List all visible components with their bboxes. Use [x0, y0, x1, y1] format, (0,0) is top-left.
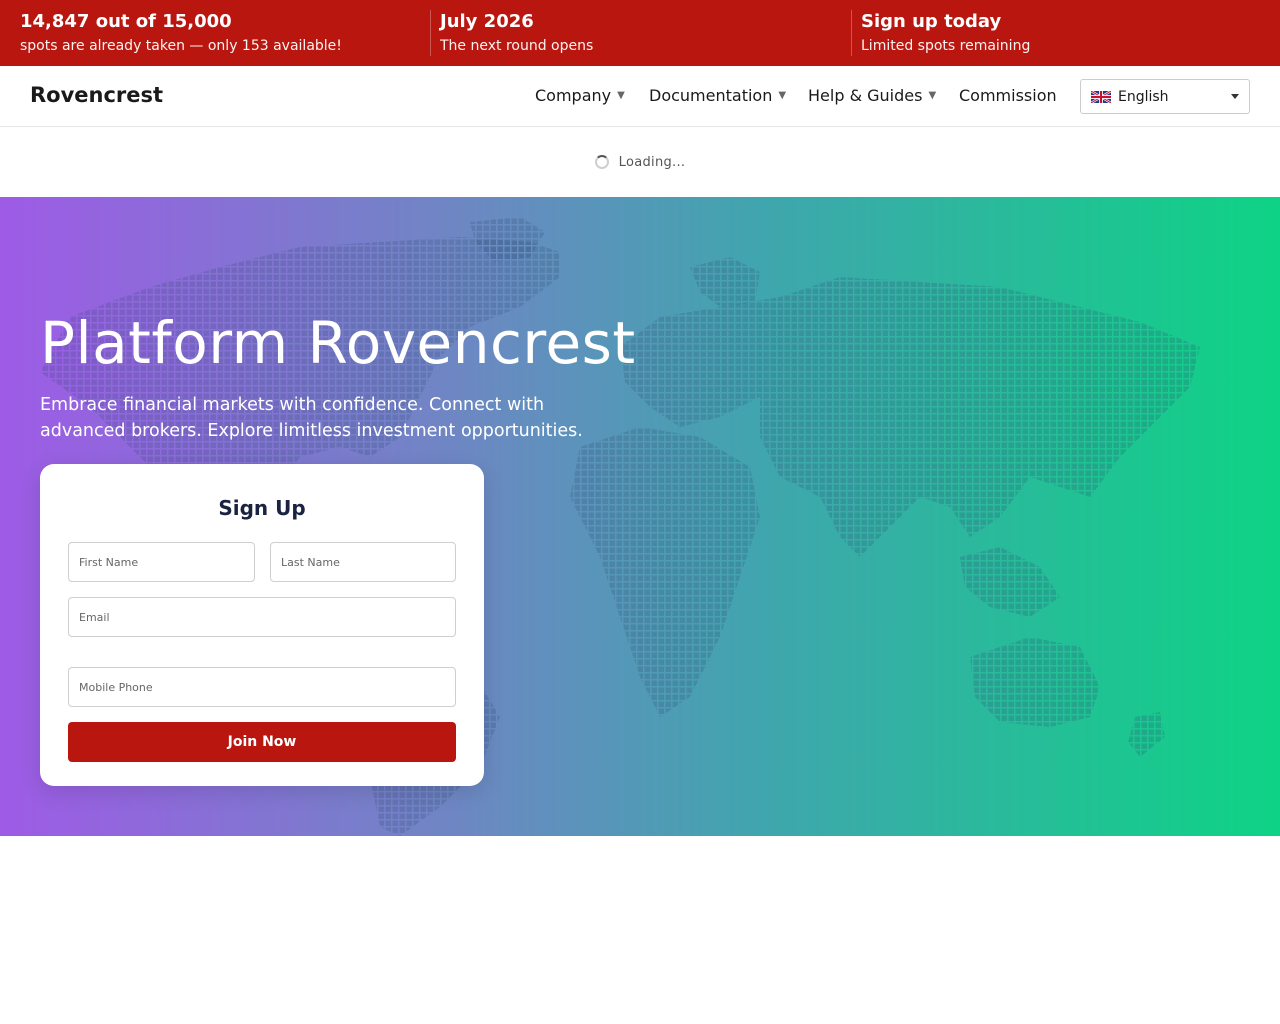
dropdown-arrow-icon: [1231, 94, 1239, 99]
spinner-icon: [594, 155, 609, 169]
hero-section: Platform Rovencrest Embrace financial ma…: [0, 197, 1280, 836]
signup-card: Sign Up Join Now: [40, 464, 484, 786]
nav-item-help-guides[interactable]: Help & Guides ▼: [808, 86, 936, 105]
last-name-input[interactable]: [270, 542, 456, 582]
caret-down-icon: ▼: [617, 90, 625, 101]
site-logo[interactable]: Rovencrest: [30, 83, 163, 107]
signup-title: Sign Up: [218, 496, 306, 520]
banner-spots: 14,847 out of 15,000 spots are already t…: [0, 0, 430, 66]
banner-round-subtitle: The next round opens: [440, 38, 594, 54]
banner-signup-subtitle: Limited spots remaining: [861, 38, 1031, 54]
caret-down-icon: ▼: [928, 90, 937, 101]
loading-text: Loading...: [618, 154, 686, 170]
nav-item-help-guides-label: Help & Guides: [808, 86, 923, 105]
banner-spots-subtitle: spots are already taken — only 153 avail…: [20, 38, 342, 54]
banner-round-title: July 2026: [440, 11, 534, 32]
hero-description: Embrace financial markets with confidenc…: [40, 395, 583, 441]
language-select[interactable]: English: [1080, 79, 1250, 114]
loading-indicator: Loading...: [0, 127, 1280, 197]
nav-item-documentation[interactable]: Documentation ▼: [649, 86, 786, 105]
main-navigation: Rovencrest Company ▼ Documentation ▼ Hel…: [0, 66, 1280, 127]
caret-down-icon: ▼: [778, 90, 787, 101]
banner-spots-title: 14,847 out of 15,000: [20, 11, 232, 32]
promo-banner: 14,847 out of 15,000 spots are already t…: [0, 0, 1280, 66]
uk-flag-icon: [1091, 90, 1111, 103]
banner-signup: Sign up today Limited spots remaining: [851, 0, 1280, 66]
language-select-value: English: [1118, 88, 1169, 105]
banner-signup-title: Sign up today: [861, 11, 1002, 32]
banner-round: July 2026 The next round opens: [430, 0, 851, 66]
nav-item-commission-label: Commission: [959, 86, 1057, 105]
nav-item-documentation-label: Documentation: [649, 86, 773, 105]
email-input[interactable]: [68, 597, 456, 637]
nav-item-company-label: Company: [535, 86, 612, 105]
mobile-phone-input[interactable]: [68, 667, 456, 707]
join-now-button[interactable]: Join Now: [68, 722, 456, 762]
first-name-input[interactable]: [68, 542, 255, 582]
hero-title: Platform Rovencrest: [40, 309, 636, 377]
nav-item-company[interactable]: Company ▼: [535, 86, 625, 105]
nav-item-commission[interactable]: Commission: [959, 86, 1057, 105]
